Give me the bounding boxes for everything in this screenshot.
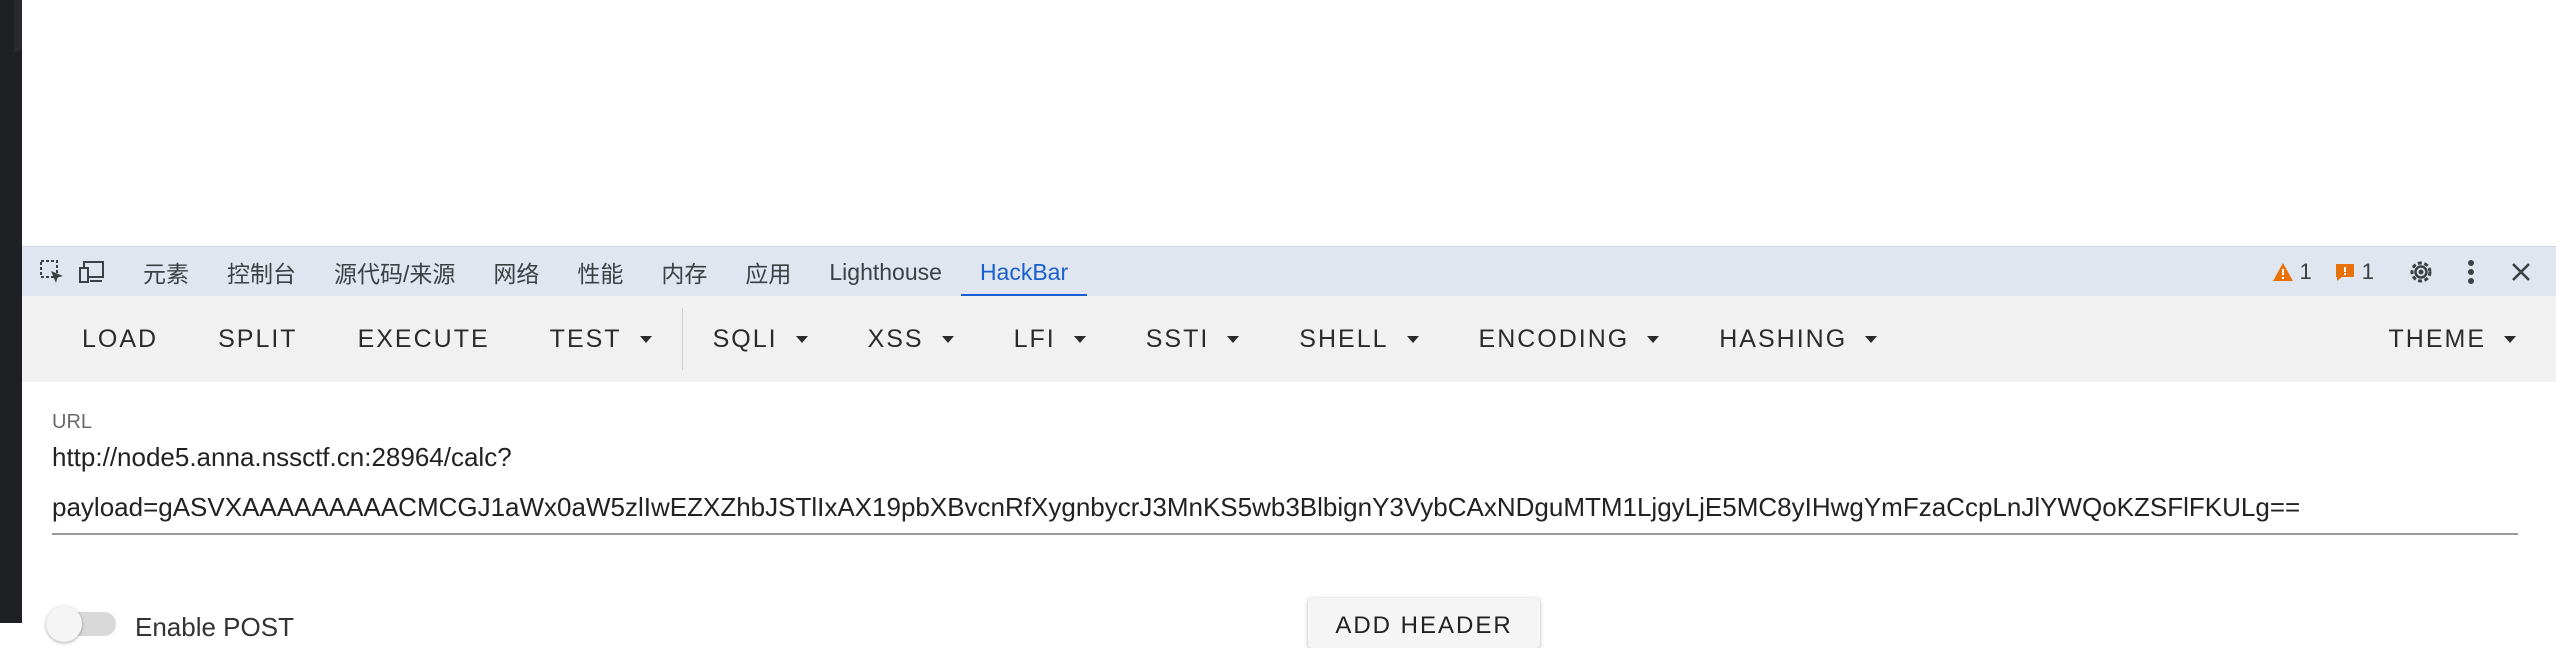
page-viewport bbox=[22, 0, 2556, 246]
url-input-underline bbox=[52, 533, 2518, 535]
test-menu-button[interactable]: TEST bbox=[520, 296, 682, 382]
tab-lighthouse[interactable]: Lighthouse bbox=[810, 247, 961, 297]
encoding-menu-button[interactable]: ENCODING bbox=[1449, 296, 1690, 382]
ssti-label: SSTI bbox=[1146, 325, 1210, 354]
warnings-count: 1 bbox=[2300, 259, 2312, 285]
encoding-label: ENCODING bbox=[1479, 325, 1630, 354]
inspect-element-icon[interactable] bbox=[32, 247, 72, 297]
shell-menu-button[interactable]: SHELL bbox=[1269, 296, 1448, 382]
theme-label: THEME bbox=[2389, 325, 2487, 354]
add-header-button[interactable]: ADD HEADER bbox=[1308, 598, 1540, 648]
window-corner bbox=[14, 0, 22, 52]
hashing-label: HASHING bbox=[1719, 325, 1847, 354]
enable-post-label: Enable POST bbox=[135, 612, 294, 643]
tab-console[interactable]: 控制台 bbox=[208, 247, 315, 297]
url-input-line-2[interactable]: payload=gASVXAAAAAAAAACMCGJ1aWx0aW5zlIwE… bbox=[52, 492, 2300, 523]
warnings-counter[interactable]: 1 bbox=[2272, 259, 2312, 285]
sqli-label: SQLI bbox=[713, 325, 778, 354]
devtools-tabs: 元素 控制台 源代码/来源 网络 性能 内存 应用 Lighthouse Hac… bbox=[124, 247, 1087, 297]
chevron-down-icon bbox=[1865, 336, 1877, 343]
chevron-down-icon bbox=[1227, 336, 1239, 343]
devtools-tab-bar: 元素 控制台 源代码/来源 网络 性能 内存 应用 Lighthouse Hac… bbox=[22, 246, 2556, 297]
warning-icon bbox=[2272, 262, 2294, 282]
test-label: TEST bbox=[550, 325, 622, 354]
hashing-menu-button[interactable]: HASHING bbox=[1689, 296, 1907, 382]
xss-menu-button[interactable]: XSS bbox=[838, 296, 984, 382]
tab-hackbar[interactable]: HackBar bbox=[961, 247, 1087, 297]
enable-post-toggle-knob[interactable] bbox=[46, 606, 82, 642]
lfi-label: LFI bbox=[1014, 325, 1056, 354]
issues-count: 1 bbox=[2362, 259, 2374, 285]
load-button[interactable]: LOAD bbox=[22, 296, 188, 382]
chevron-down-icon bbox=[1647, 336, 1659, 343]
chevron-down-icon bbox=[1407, 336, 1419, 343]
more-options-icon[interactable] bbox=[2446, 247, 2496, 297]
shell-label: SHELL bbox=[1299, 325, 1388, 354]
chevron-down-icon bbox=[796, 336, 808, 343]
tab-elements[interactable]: 元素 bbox=[124, 247, 208, 297]
chevron-down-icon bbox=[640, 336, 652, 343]
theme-menu-button[interactable]: THEME bbox=[2359, 296, 2556, 382]
tab-sources[interactable]: 源代码/来源 bbox=[315, 247, 474, 297]
url-input-line-1[interactable]: http://node5.anna.nssctf.cn:28964/calc? bbox=[52, 442, 512, 473]
tab-memory[interactable]: 内存 bbox=[642, 247, 726, 297]
settings-gear-icon[interactable] bbox=[2396, 247, 2446, 297]
tab-network[interactable]: 网络 bbox=[474, 247, 558, 297]
ssti-menu-button[interactable]: SSTI bbox=[1116, 296, 1270, 382]
split-button[interactable]: SPLIT bbox=[188, 296, 327, 382]
xss-label: XSS bbox=[868, 325, 924, 354]
tab-application[interactable]: 应用 bbox=[726, 247, 810, 297]
device-toolbar-icon[interactable] bbox=[72, 247, 112, 297]
chevron-down-icon bbox=[1074, 336, 1086, 343]
issues-counter[interactable]: 1 bbox=[2334, 259, 2374, 285]
close-devtools-icon[interactable] bbox=[2496, 247, 2546, 297]
lfi-menu-button[interactable]: LFI bbox=[984, 296, 1116, 382]
execute-button[interactable]: EXECUTE bbox=[328, 296, 520, 382]
chevron-down-icon bbox=[2504, 336, 2516, 343]
sqli-menu-button[interactable]: SQLI bbox=[683, 296, 838, 382]
issue-icon bbox=[2334, 262, 2356, 282]
hackbar-toolbar: LOAD SPLIT EXECUTE TEST SQLI XSS LFI SST… bbox=[22, 296, 2556, 382]
left-edge-strip bbox=[0, 0, 22, 623]
tab-performance[interactable]: 性能 bbox=[558, 247, 642, 297]
url-field-label: URL bbox=[52, 411, 92, 434]
devtools-right-controls: 1 1 bbox=[2272, 247, 2556, 297]
chevron-down-icon bbox=[942, 336, 954, 343]
